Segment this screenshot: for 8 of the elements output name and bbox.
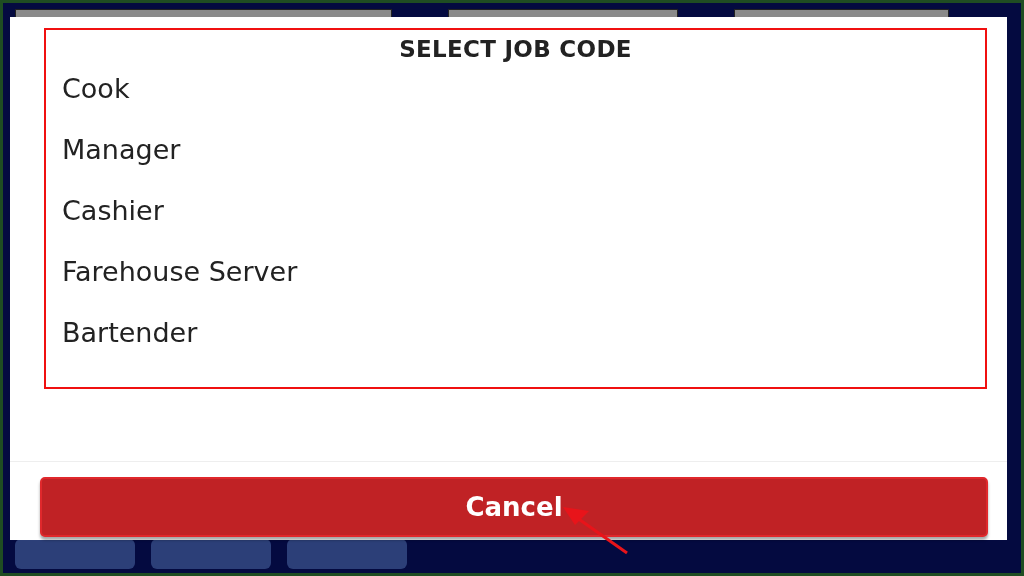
job-code-item[interactable]: Manager [62, 129, 969, 190]
job-code-item[interactable]: Cook [62, 68, 969, 129]
job-code-item[interactable]: Cashier [62, 190, 969, 251]
job-code-item[interactable]: Bartender [62, 312, 969, 373]
dialog-title: SELECT JOB CODE [398, 36, 633, 62]
job-code-item[interactable]: Farehouse Server [62, 251, 969, 312]
cancel-button[interactable]: Cancel [40, 477, 988, 537]
pointer-arrow [563, 507, 628, 555]
